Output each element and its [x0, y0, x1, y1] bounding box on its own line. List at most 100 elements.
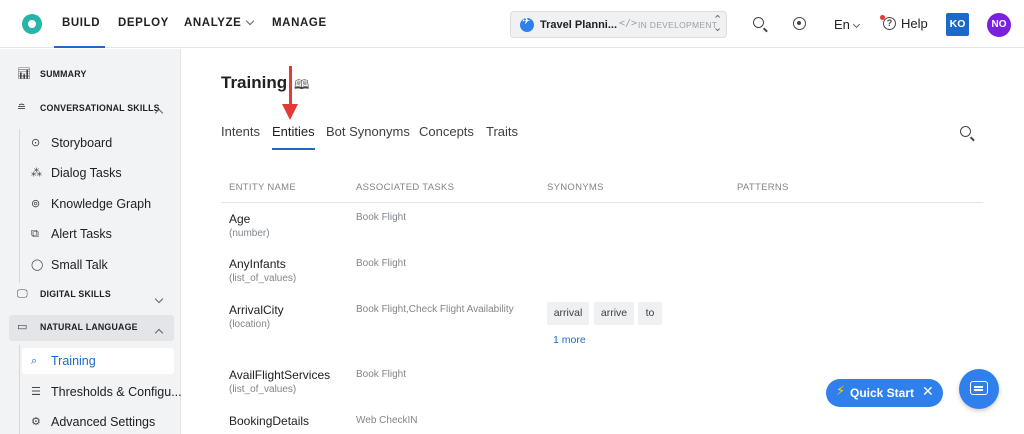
sidebar-item-label: Small Talk	[51, 258, 108, 272]
gear-icon: ⚙	[31, 415, 41, 428]
nav-manage[interactable]: MANAGE	[272, 17, 327, 29]
synonym-chip: to	[638, 302, 662, 325]
active-tab-indicator	[272, 148, 315, 150]
record-icon[interactable]	[793, 17, 806, 30]
table-header-divider	[221, 202, 983, 203]
tab-bot-synonyms[interactable]: Bot Synonyms	[326, 124, 410, 139]
dialog-tasks-icon: ⁂	[31, 166, 42, 179]
entity-tasks: Book Flight	[356, 258, 407, 269]
search-icon[interactable]	[960, 126, 971, 137]
nav-analyze-label: ANALYZE	[184, 17, 242, 29]
small-talk-icon: ◯	[31, 258, 44, 271]
entity-tasks: Book Flight	[356, 212, 407, 223]
user-avatar[interactable]: KO	[946, 13, 969, 36]
column-header-entity-name: ENTITY NAME	[229, 182, 296, 193]
app-switcher[interactable]: Travel Planni... </> IN DEVELOPMENT ⌃⌄	[510, 11, 727, 38]
sidebar: 📊︎ SUMMARY ≘ CONVERSATIONAL SKILLS ⊙ Sto…	[0, 49, 182, 434]
sliders-icon: ☰	[31, 385, 41, 398]
chat-icon	[970, 381, 988, 395]
tab-intents[interactable]: Intents	[221, 124, 260, 139]
entity-tasks: Book Flight	[356, 369, 407, 380]
sidebar-item-small-talk[interactable]: ◯ Small Talk	[22, 252, 174, 278]
sidebar-item-advanced-settings[interactable]: ⚙ Advanced Settings	[22, 409, 174, 434]
entity-tasks: Book Flight,Check Flight Availability	[356, 304, 514, 315]
nav-analyze[interactable]: ANALYZE	[184, 16, 255, 29]
sidebar-item-training[interactable]: ⌕ Training	[22, 348, 174, 374]
training-icon: ⌕	[31, 354, 38, 367]
monitor-icon: 🖵︎	[17, 287, 28, 300]
synonym-chip: arrival	[547, 302, 589, 325]
sidebar-summary-label: SUMMARY	[40, 69, 87, 79]
sidebar-digital-skills[interactable]: 🖵︎ DIGITAL SKILLS	[0, 283, 181, 307]
knowledge-graph-icon: ⊚	[31, 197, 41, 210]
code-icon: </>	[619, 18, 638, 29]
sidebar-natural-language[interactable]: ▭ NATURAL LANGUAGE	[9, 315, 174, 341]
updown-chevron-icon: ⌃ ⌄	[713, 13, 723, 34]
language-label: En	[834, 17, 850, 32]
column-header-patterns: PATTERNS	[737, 182, 789, 193]
annotation-arrow-head	[282, 104, 298, 120]
tab-concepts[interactable]: Concepts	[419, 124, 474, 139]
entity-type: (list_of_values)	[229, 384, 297, 395]
sidebar-natural-label: NATURAL LANGUAGE	[40, 322, 138, 332]
close-icon[interactable]: ✕	[922, 384, 934, 400]
sidebar-conversational-skills[interactable]: ≘ CONVERSATIONAL SKILLS	[0, 97, 181, 121]
lightning-icon: ⚡	[836, 384, 846, 399]
sidebar-item-thresholds[interactable]: ☰ Thresholds & Configu...	[22, 379, 182, 405]
app-name: Travel Planni...	[540, 19, 618, 31]
more-synonyms-link[interactable]: 1 more	[553, 334, 586, 346]
entity-name[interactable]: AvailFlightServices	[229, 368, 330, 382]
sidebar-item-storyboard[interactable]: ⊙ Storyboard	[22, 130, 174, 156]
sidebar-item-label: Dialog Tasks	[51, 166, 122, 180]
entity-type: (location)	[229, 319, 271, 330]
chevron-down-icon	[154, 294, 164, 304]
quick-start-label: Quick Start	[850, 386, 915, 400]
sidebar-digital-label: DIGITAL SKILLS	[40, 289, 111, 299]
plane-icon	[520, 16, 534, 32]
language-selector[interactable]: En	[834, 17, 860, 32]
chat-button[interactable]	[959, 369, 999, 409]
nav-active-indicator	[54, 46, 105, 48]
chevron-down-icon	[246, 16, 255, 26]
sidebar-conversational-label: CONVERSATIONAL SKILLS	[40, 103, 160, 113]
synonym-chip: arrive	[594, 302, 634, 325]
bar-chart-icon: 📊︎	[17, 67, 31, 80]
entity-name[interactable]: ArrivalCity	[229, 303, 284, 317]
search-icon[interactable]	[753, 17, 764, 28]
chevron-up-icon	[154, 328, 164, 338]
column-header-synonyms: SYNONYMS	[547, 182, 604, 193]
chat-bubble-icon: ▭	[17, 320, 28, 333]
alert-tasks-icon: ⧉	[31, 227, 39, 240]
page-title: Training	[221, 73, 288, 92]
chevron-up-icon	[154, 108, 164, 118]
help-label: Help	[901, 16, 928, 31]
sidebar-item-knowledge-graph[interactable]: ⊚ Knowledge Graph	[22, 191, 174, 217]
entity-tasks: Web CheckIN	[356, 415, 418, 426]
app-status: IN DEVELOPMENT	[638, 20, 718, 30]
help-icon: ?	[883, 17, 896, 30]
sidebar-item-label: Storyboard	[51, 136, 113, 150]
book-icon[interactable]: 🕮	[294, 76, 309, 98]
column-header-associated-tasks: ASSOCIATED TASKS	[356, 182, 455, 193]
tab-entities[interactable]: Entities	[272, 124, 315, 139]
sidebar-item-dialog-tasks[interactable]: ⁂ Dialog Tasks	[22, 160, 174, 186]
sidebar-summary[interactable]: 📊︎ SUMMARY	[0, 63, 181, 87]
kore-logo-icon[interactable]	[22, 14, 42, 34]
entity-name[interactable]: AnyInfants	[229, 257, 286, 271]
chevron-down-icon	[852, 20, 860, 29]
tree-line	[19, 345, 20, 434]
nav-build[interactable]: BUILD	[62, 17, 100, 29]
top-bar: BUILD DEPLOY ANALYZE MANAGE Travel Plann…	[0, 0, 1024, 48]
annotation-arrow	[289, 66, 292, 106]
quick-start-button[interactable]: ⚡ Quick Start ✕	[826, 379, 943, 407]
sidebar-item-label: Thresholds & Configu...	[51, 385, 182, 399]
storyboard-icon: ⊙	[31, 136, 41, 149]
tree-line	[19, 129, 20, 283]
sidebar-item-alert-tasks[interactable]: ⧉ Alert Tasks	[22, 221, 174, 247]
entity-type: (number)	[229, 228, 270, 239]
entity-name[interactable]: BookingDetails	[229, 414, 309, 428]
nav-deploy[interactable]: DEPLOY	[118, 17, 169, 29]
tab-traits[interactable]: Traits	[486, 124, 518, 139]
entity-name[interactable]: Age	[229, 212, 250, 226]
account-avatar[interactable]: NO	[987, 13, 1011, 37]
